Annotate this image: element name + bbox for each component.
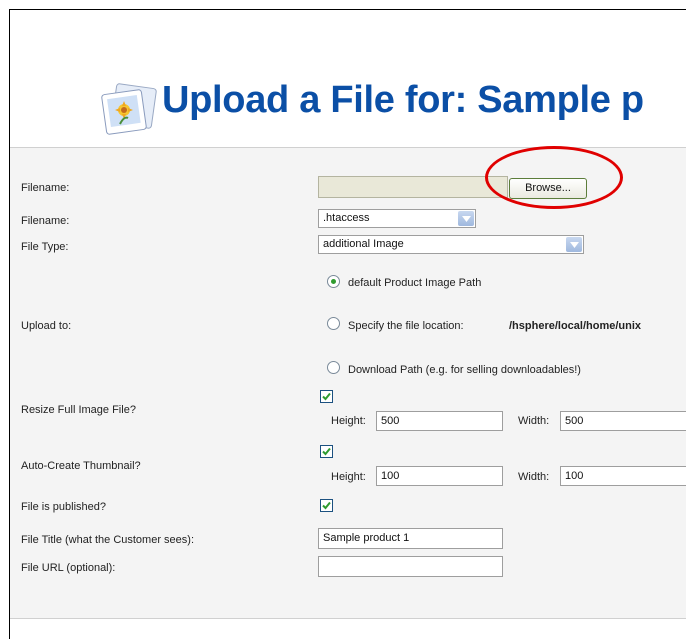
checkmark-icon: [322, 447, 331, 456]
radio-default-path[interactable]: [327, 275, 340, 288]
file-url-input[interactable]: [318, 556, 503, 577]
auto-thumb-label: Auto-Create Thumbnail?: [21, 460, 141, 472]
published-label: File is published?: [21, 501, 106, 513]
file-url-label: File URL (optional):: [21, 562, 116, 574]
checkmark-icon: [322, 501, 331, 510]
file-title-input[interactable]: Sample product 1: [318, 528, 503, 549]
filename-upload-label: Filename:: [21, 182, 70, 194]
radio-download-path-label: Download Path (e.g. for selling download…: [348, 364, 581, 376]
file-type-label: File Type:: [21, 241, 69, 253]
image-gallery-icon: [101, 83, 157, 135]
filename-select-value: .htaccess: [323, 212, 370, 224]
thumb-width-input[interactable]: 100: [560, 466, 686, 486]
filename-upload-field[interactable]: [318, 176, 508, 198]
radio-download-path[interactable]: [327, 361, 340, 374]
chevron-down-icon: [566, 237, 582, 252]
highlight-circle: [485, 146, 623, 209]
auto-thumb-checkbox[interactable]: [320, 445, 333, 458]
thumb-height-input[interactable]: 100: [376, 466, 503, 486]
filename-select[interactable]: .htaccess: [318, 209, 476, 228]
file-title-label: File Title (what the Customer sees):: [21, 534, 195, 546]
published-checkbox[interactable]: [320, 499, 333, 512]
file-type-select[interactable]: additional Image: [318, 235, 584, 254]
specify-location-path: /hsphere/local/home/unix: [509, 320, 642, 332]
resize-full-checkbox[interactable]: [320, 390, 333, 403]
thumb-height-label: Height:: [331, 471, 366, 483]
chevron-down-icon: [458, 211, 474, 226]
radio-specify-location-label: Specify the file location:: [348, 320, 464, 332]
resize-height-input[interactable]: 500: [376, 411, 503, 431]
page-title: Upload a File for: Sample p: [162, 79, 644, 121]
file-type-value: additional Image: [323, 238, 404, 250]
checkmark-icon: [322, 392, 331, 401]
thumb-width-label: Width:: [518, 471, 550, 483]
upload-to-label: Upload to:: [21, 320, 72, 332]
radio-default-path-label: default Product Image Path: [348, 277, 482, 289]
resize-width-label: Width:: [518, 415, 550, 427]
filename-select-label: Filename:: [21, 215, 70, 227]
resize-full-label: Resize Full Image File?: [21, 404, 136, 416]
radio-specify-location[interactable]: [327, 317, 340, 330]
resize-height-label: Height:: [331, 415, 366, 427]
resize-width-input[interactable]: 500: [560, 411, 686, 431]
